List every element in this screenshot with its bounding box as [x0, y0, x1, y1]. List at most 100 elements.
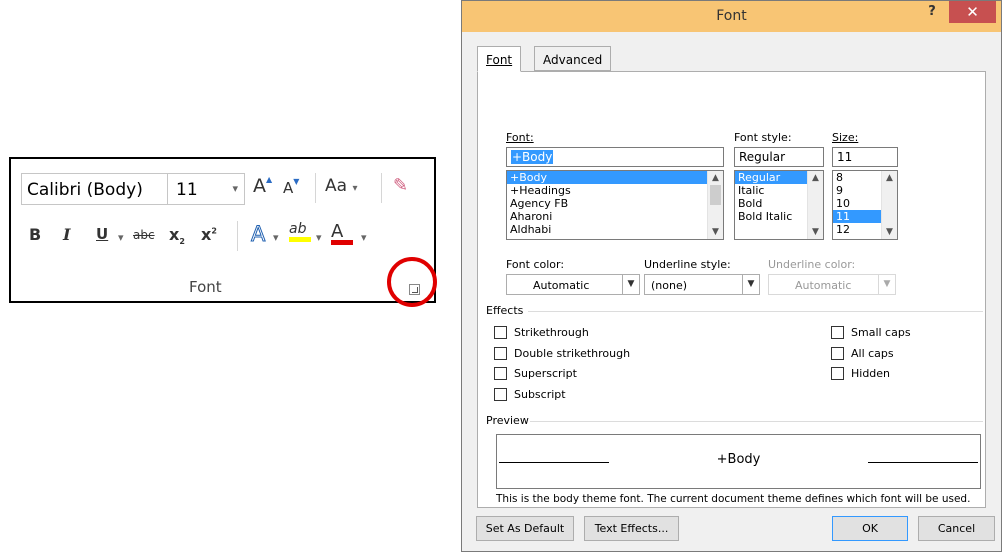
underline-color-combo[interactable]: Automatic ▼: [768, 274, 896, 295]
close-button[interactable]: ✕: [949, 1, 996, 23]
text-effects-button[interactable]: A: [250, 222, 265, 247]
checkbox-box[interactable]: [494, 347, 507, 360]
effects-label: Effects: [486, 304, 524, 317]
list-item[interactable]: +Body: [507, 171, 723, 184]
font-name-field[interactable]: +Body: [506, 147, 724, 167]
checkbox-box[interactable]: [831, 347, 844, 360]
tab-font-label: Font: [486, 53, 513, 67]
highlight-circle-annotation: [387, 257, 437, 307]
chevron-down-icon[interactable]: ▾: [232, 182, 238, 195]
checkbox-label: Strikethrough: [514, 326, 589, 339]
checkbox-box[interactable]: [494, 326, 507, 339]
preview-divider: [530, 421, 983, 422]
checkbox-box[interactable]: [831, 367, 844, 380]
preview-label: Preview: [486, 414, 529, 427]
chevron-down-icon[interactable]: ▾: [352, 183, 357, 194]
font-color-value: Automatic: [533, 279, 590, 292]
chevron-down-icon[interactable]: ▾: [273, 231, 279, 244]
help-button[interactable]: ?: [922, 4, 942, 24]
chevron-down-icon[interactable]: ▼: [622, 275, 639, 294]
chevron-down-icon[interactable]: ▼: [878, 275, 895, 294]
chevron-down-icon[interactable]: ▼: [712, 227, 719, 237]
dialog-titlebar: Font ? ✕: [462, 1, 1001, 32]
font-style-list[interactable]: Regular Italic Bold Bold Italic ▲ ▼: [734, 170, 824, 240]
checkbox-box[interactable]: [494, 367, 507, 380]
italic-button[interactable]: I: [63, 225, 70, 244]
chevron-down-icon[interactable]: ▾: [361, 231, 367, 244]
ribbon-separator: [237, 221, 238, 251]
effects-divider: [528, 311, 983, 312]
preview-text: +Body: [716, 452, 761, 467]
change-case-button[interactable]: Aa ▾: [325, 176, 357, 196]
ok-button[interactable]: OK: [832, 516, 908, 541]
chevron-up-icon[interactable]: ▲: [812, 173, 819, 183]
set-as-default-button[interactable]: Set As Default: [476, 516, 574, 541]
list-item[interactable]: Regular: [735, 171, 807, 184]
highlight-button[interactable]: ab: [289, 221, 311, 242]
strikethrough-button[interactable]: abc: [133, 228, 155, 242]
checkbox-label: Hidden: [851, 367, 891, 380]
font-style-field[interactable]: Regular: [734, 147, 824, 167]
list-item[interactable]: 11: [833, 210, 881, 223]
checkbox-label: Small caps: [851, 326, 911, 339]
highlighter-icon: ab: [289, 221, 307, 237]
font-style-label: Font style:: [734, 131, 792, 144]
ribbon-separator: [381, 173, 382, 203]
tab-advanced[interactable]: Advanced: [534, 46, 612, 71]
ribbon-font-group: Calibri (Body) ▾ 11 ▾ A▲ A▼ Aa ▾ ✎ B I U…: [9, 157, 436, 303]
preview-baseline-right: [868, 462, 978, 463]
clear-formatting-icon[interactable]: ✎: [393, 175, 408, 196]
preview-box: +Body: [496, 434, 981, 489]
chevron-down-icon[interactable]: ▼: [886, 227, 893, 237]
chevron-down-icon[interactable]: ▾: [118, 231, 124, 244]
checkbox-label: Double strikethrough: [514, 347, 631, 360]
font-size-value: 11: [176, 180, 198, 200]
chevron-down-icon[interactable]: ▼: [812, 227, 819, 237]
subscript-button[interactable]: x2: [169, 225, 185, 246]
underline-style-combo[interactable]: (none) ▼: [644, 274, 760, 295]
dialog-body: Font Advanced Font: +Body +Body +Heading…: [471, 32, 995, 544]
dialog-title: Font: [716, 8, 747, 24]
cancel-button[interactable]: Cancel: [918, 516, 995, 541]
underline-button[interactable]: U: [96, 225, 108, 243]
superscript-button[interactable]: x2: [201, 225, 217, 244]
list-item[interactable]: Agency FB: [507, 197, 723, 210]
font-color-combo[interactable]: Automatic ▼: [506, 274, 640, 295]
font-list-scrollbar[interactable]: ▲ ▼: [707, 171, 723, 239]
chevron-down-icon[interactable]: ▾: [316, 231, 322, 244]
chevron-up-icon[interactable]: ▲: [886, 173, 893, 183]
text-effects-button[interactable]: Text Effects...: [584, 516, 679, 541]
font-list[interactable]: +Body +Headings Agency FB Aharoni Aldhab…: [506, 170, 724, 240]
list-item[interactable]: +Headings: [507, 184, 723, 197]
ribbon-separator: [315, 173, 316, 203]
shrink-font-button[interactable]: A▼: [283, 177, 299, 197]
font-color-icon: A: [331, 221, 344, 242]
grow-font-button[interactable]: A▲: [253, 175, 272, 197]
underline-color-value: Automatic: [795, 279, 852, 292]
font-size-list[interactable]: 8 9 10 11 12 ▲ ▼: [832, 170, 898, 240]
font-size-field[interactable]: 11: [832, 147, 898, 167]
list-item[interactable]: Aldhabi: [507, 223, 723, 236]
bold-button[interactable]: B: [29, 225, 41, 244]
checkbox-box[interactable]: [494, 388, 507, 401]
shrink-font-icon: A: [283, 179, 294, 197]
font-name-combo[interactable]: Calibri (Body) ▾: [21, 173, 185, 205]
checkbox-label: Superscript: [514, 367, 577, 380]
font-size-scrollbar[interactable]: ▲ ▼: [881, 171, 897, 239]
superscript-icon: x: [201, 225, 212, 244]
list-item[interactable]: Aharoni: [507, 210, 723, 223]
tab-font[interactable]: Font: [477, 46, 522, 72]
subscript-icon: x: [169, 225, 180, 244]
tab-advanced-label: Advanced: [543, 53, 603, 67]
font-dialog: Font ? ✕ Font Advanced Font: +Body +Body…: [461, 0, 1002, 552]
chevron-up-icon[interactable]: ▲: [712, 173, 719, 183]
chevron-down-icon[interactable]: ▼: [742, 275, 759, 294]
font-size-combo[interactable]: 11 ▾: [167, 173, 245, 205]
font-color-button[interactable]: A: [331, 221, 353, 245]
checkbox-box[interactable]: [831, 326, 844, 339]
size-label: Size:: [832, 131, 859, 144]
preview-note: This is the body theme font. The current…: [496, 493, 971, 505]
font-style-scrollbar[interactable]: ▲ ▼: [807, 171, 823, 239]
scroll-thumb[interactable]: [710, 185, 721, 205]
font-name-field-value: +Body: [511, 150, 554, 164]
